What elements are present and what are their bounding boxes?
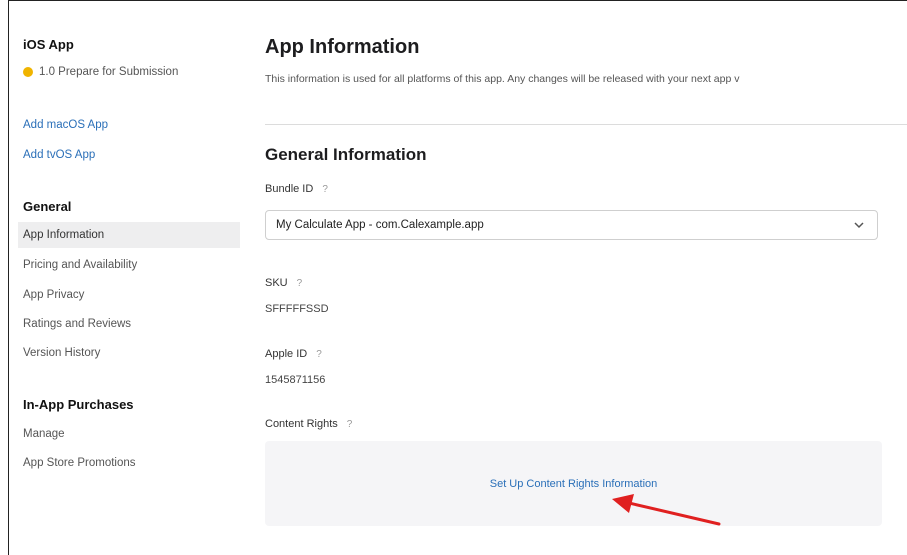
help-icon[interactable]: ? (322, 184, 328, 195)
content-rights-label: Content Rights ? (265, 418, 352, 430)
add-macos-app-link[interactable]: Add macOS App (23, 119, 108, 131)
sku-value: SFFFFFSSD (265, 303, 329, 315)
main-content: App Information This information is used… (265, 0, 907, 555)
sidebar-item-version-history[interactable]: Version History (18, 340, 240, 366)
sidebar-item-app-store-promotions[interactable]: App Store Promotions (18, 450, 240, 476)
sidebar-item-pricing-and-availability[interactable]: Pricing and Availability (18, 252, 240, 278)
page-title: App Information (265, 36, 420, 58)
sidebar-item-app-privacy[interactable]: App Privacy (18, 282, 240, 308)
bundle-id-selected-value: My Calculate App - com.Calexample.app (276, 219, 484, 231)
divider (265, 124, 907, 125)
set-up-content-rights-link[interactable]: Set Up Content Rights Information (265, 478, 882, 490)
apple-id-label-text: Apple ID (265, 348, 308, 360)
content-rights-label-text: Content Rights (265, 418, 338, 430)
help-icon[interactable]: ? (347, 419, 353, 430)
help-icon[interactable]: ? (297, 278, 303, 289)
app-name: iOS App (23, 37, 74, 52)
sku-label-text: SKU (265, 277, 288, 289)
sidebar-item-manage[interactable]: Manage (18, 421, 240, 447)
version-status[interactable]: 1.0 Prepare for Submission (23, 66, 178, 78)
sidebar-item-app-information[interactable]: App Information (18, 222, 240, 248)
status-dot-icon (23, 67, 33, 77)
sidebar-item-ratings-and-reviews[interactable]: Ratings and Reviews (18, 311, 240, 337)
sidebar: iOS App 1.0 Prepare for Submission Add m… (18, 0, 243, 555)
bundle-id-label: Bundle ID ? (265, 183, 328, 195)
section-title: General Information (265, 145, 427, 164)
help-icon[interactable]: ? (316, 349, 322, 360)
chevron-down-icon (854, 222, 864, 229)
apple-id-value: 1545871156 (265, 374, 326, 386)
version-status-label: 1.0 Prepare for Submission (39, 66, 179, 78)
general-heading: General (23, 199, 72, 214)
sku-label: SKU ? (265, 277, 302, 289)
bundle-id-label-text: Bundle ID (265, 183, 314, 195)
content-rights-panel: Set Up Content Rights Information (265, 441, 882, 526)
apple-id-label: Apple ID ? (265, 348, 322, 360)
page-description: This information is used for all platfor… (265, 73, 740, 85)
add-tvos-app-link[interactable]: Add tvOS App (23, 149, 95, 161)
bundle-id-select[interactable]: My Calculate App - com.Calexample.app (265, 210, 878, 240)
in-app-purchases-heading: In-App Purchases (23, 397, 134, 412)
